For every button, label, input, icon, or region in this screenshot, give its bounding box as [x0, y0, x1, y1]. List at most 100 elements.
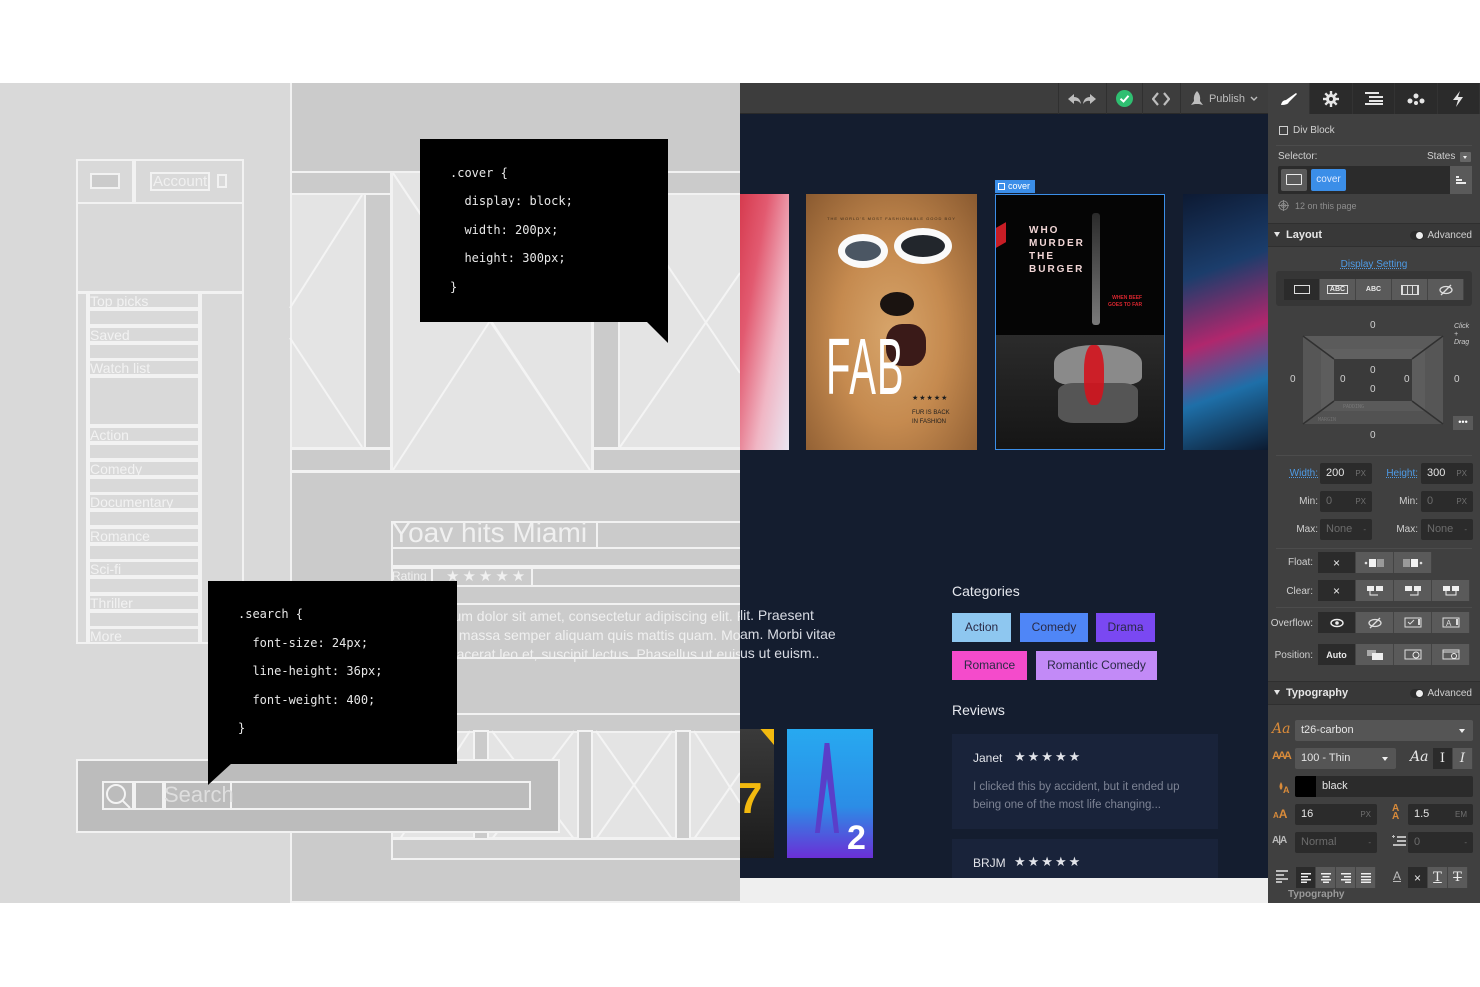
position-absolute[interactable] [1394, 644, 1432, 665]
padding-left-value[interactable]: 0 [1340, 374, 1346, 385]
who-murder-the-burger-poster[interactable]: WHO MURDER THE BURGER WHEN BEEF GOES TO … [995, 194, 1165, 450]
align-right[interactable] [1336, 867, 1356, 888]
layout-section-header[interactable]: Layout Advanced [1268, 223, 1480, 247]
overflow-auto[interactable]: A [1432, 612, 1470, 633]
tab-settings[interactable] [1310, 83, 1353, 114]
blue-two-poster[interactable]: 2 [787, 729, 873, 858]
display-inline-block[interactable]: ABC [1320, 279, 1356, 300]
margin-left-value[interactable]: 0 [1290, 374, 1296, 385]
color-swatch[interactable] [1295, 776, 1316, 797]
text-indent-unit[interactable]: - [1464, 832, 1467, 853]
align-center[interactable] [1316, 867, 1336, 888]
divider [1276, 145, 1472, 146]
clear-none[interactable]: × [1318, 580, 1356, 601]
canvas-horizontal-scrollbar[interactable] [740, 878, 1268, 903]
line-height-unit[interactable]: EM [1455, 804, 1467, 825]
tab-style[interactable] [1268, 83, 1311, 114]
height-unit[interactable]: PX [1456, 463, 1467, 484]
category-comedy[interactable]: Comedy [1020, 613, 1088, 642]
align-left[interactable] [1296, 867, 1316, 888]
display-none[interactable] [1428, 279, 1464, 300]
min-width-input[interactable]: 0 PX [1320, 491, 1372, 512]
display-block[interactable] [1284, 279, 1320, 300]
float-none[interactable]: × [1318, 552, 1356, 573]
float-right[interactable] [1394, 552, 1432, 573]
font-style-italic[interactable]: I [1453, 748, 1473, 769]
neon-city-poster[interactable] [1183, 194, 1268, 450]
position-relative[interactable] [1356, 644, 1394, 665]
position-fixed[interactable] [1432, 644, 1470, 665]
font-color-input[interactable]: black [1295, 776, 1473, 797]
tab-interactions[interactable] [1395, 83, 1438, 114]
min-height-input[interactable]: 0 PX [1421, 491, 1473, 512]
max-width-unit[interactable]: - [1363, 519, 1366, 540]
letter-spacing-unit[interactable]: - [1368, 832, 1371, 853]
tab-navigator[interactable] [1353, 83, 1396, 114]
align-justify[interactable] [1356, 867, 1376, 888]
min-width-unit[interactable]: PX [1355, 491, 1366, 512]
clear-both[interactable] [1432, 580, 1470, 601]
decoration-strikethrough[interactable]: T [1448, 867, 1468, 888]
seven-poster[interactable]: 7 [740, 729, 774, 858]
min-height-unit[interactable]: PX [1456, 491, 1467, 512]
code-button[interactable] [1144, 83, 1178, 114]
fab-poster[interactable]: THE WORLD'S MOST FASHIONABLE GOOD BOY FA… [806, 194, 977, 450]
width-input[interactable]: 200 PX [1320, 463, 1372, 484]
category-romance[interactable]: Romance [952, 651, 1027, 680]
max-height-input[interactable]: None - [1421, 519, 1473, 540]
undo-redo-button[interactable] [1062, 83, 1102, 114]
padding-bottom-value[interactable]: 0 [1370, 384, 1376, 395]
margin-top-value[interactable]: 0 [1370, 320, 1376, 331]
float-left[interactable] [1356, 552, 1394, 573]
category-romantic-comedy[interactable]: Romantic Comedy [1036, 651, 1157, 680]
text-indent-input[interactable]: 0- [1408, 832, 1473, 853]
designer-canvas[interactable]: Publish THE WORLD'S MOST FASHIONABLE GOO… [740, 83, 1268, 903]
font-size-input[interactable]: 16 PX [1295, 804, 1377, 825]
decoration-none[interactable]: × [1408, 867, 1428, 888]
display-flex[interactable] [1392, 279, 1428, 300]
publish-button[interactable]: Publish [1184, 83, 1264, 114]
padding-top-value[interactable]: 0 [1370, 365, 1376, 376]
font-style-normal[interactable]: I [1433, 748, 1453, 769]
site-status-button[interactable] [1108, 83, 1140, 114]
review-card[interactable]: Janet ★★★★★ I clicked this by accident, … [952, 734, 1218, 829]
letter-spacing-input[interactable]: Normal - [1295, 832, 1377, 853]
red-streak-poster[interactable] [740, 194, 789, 450]
font-size-unit[interactable]: PX [1360, 804, 1371, 825]
clear-right[interactable] [1394, 580, 1432, 601]
overflow-hidden[interactable] [1356, 612, 1394, 633]
advanced-toggle[interactable] [1410, 231, 1424, 240]
states-dropdown[interactable] [1460, 152, 1471, 162]
margin-bottom-value[interactable]: 0 [1370, 430, 1376, 441]
padding-right-value[interactable]: 0 [1404, 374, 1410, 385]
overflow-scroll[interactable] [1394, 612, 1432, 633]
overflow-visible[interactable] [1318, 612, 1356, 633]
position-auto[interactable]: Auto [1318, 644, 1356, 665]
height-input[interactable]: 300 PX [1421, 463, 1473, 484]
line-height-input[interactable]: 1.5 EM [1408, 804, 1473, 825]
max-width-input[interactable]: None - [1320, 519, 1372, 540]
font-weight-select[interactable]: 100 - Thin [1295, 748, 1396, 769]
decoration-underline[interactable]: T [1428, 867, 1448, 888]
selector-field[interactable]: cover [1278, 166, 1472, 194]
review-card[interactable]: BRJM ★★★★★ [952, 839, 1218, 879]
max-height-unit[interactable]: - [1464, 519, 1467, 540]
tab-ecommerce[interactable] [1438, 83, 1480, 114]
clear-left[interactable] [1356, 580, 1394, 601]
category-action[interactable]: Action [952, 613, 1011, 642]
typography-section-header[interactable]: Typography Advanced [1268, 681, 1480, 705]
advanced-toggle[interactable] [1410, 689, 1424, 698]
selector-menu-button[interactable] [1450, 166, 1472, 194]
element-type: Div Block [1293, 125, 1335, 136]
div-block-icon [1279, 126, 1288, 135]
margin-right-value[interactable]: 0 [1454, 374, 1460, 385]
box-model-editor[interactable]: MARGIN PADDING [1298, 331, 1448, 429]
category-drama[interactable]: Drama [1096, 613, 1155, 642]
align-justify-icon [1360, 872, 1371, 883]
more-options-button[interactable]: ••• [1453, 416, 1473, 430]
width-unit[interactable]: PX [1355, 463, 1366, 484]
breakpoint-chip[interactable] [1281, 169, 1307, 191]
display-inline[interactable]: ABC [1356, 279, 1392, 300]
font-family-select[interactable]: t26-carbon [1295, 720, 1473, 741]
class-chip[interactable]: cover [1311, 169, 1346, 191]
